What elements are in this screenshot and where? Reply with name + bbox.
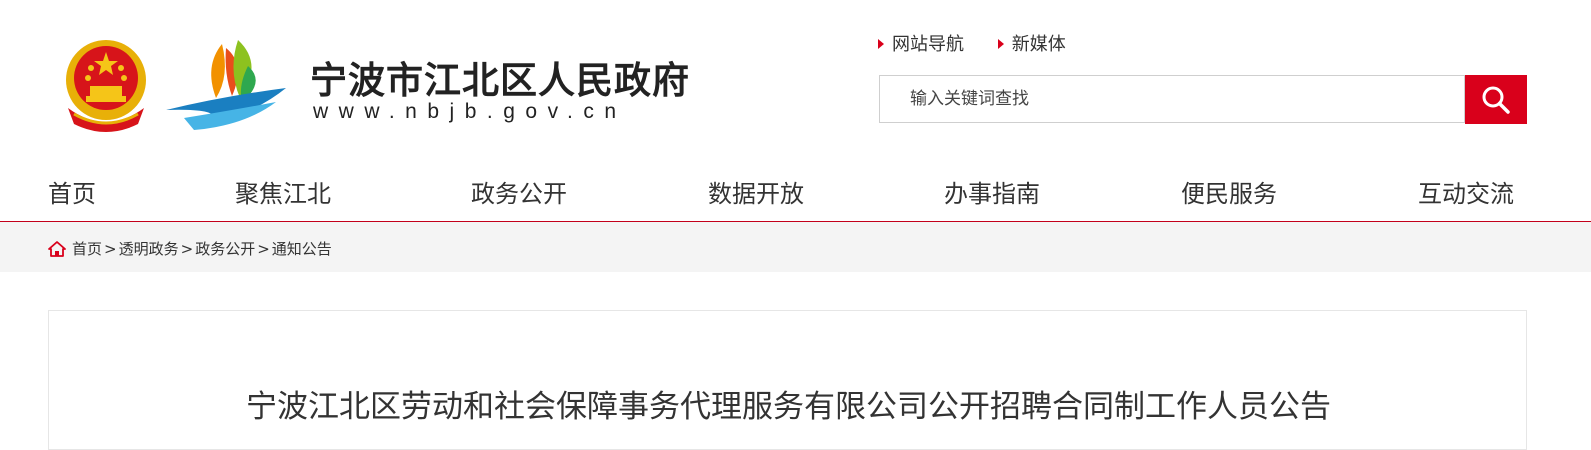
nav-item-home[interactable]: 首页	[48, 174, 96, 209]
nav-item-convenience-services[interactable]: 便民服务	[1181, 174, 1277, 209]
breadcrumb-bar: 首页 > 透明政务 > 政务公开 > 通知公告	[0, 222, 1591, 272]
breadcrumb-transparent-government[interactable]: 透明政务	[119, 238, 179, 259]
search-button[interactable]	[1465, 75, 1527, 124]
search-box	[879, 75, 1465, 123]
home-icon	[48, 240, 66, 257]
breadcrumb-notices[interactable]: 通知公告	[272, 238, 332, 259]
quick-link-site-navigation[interactable]: 网站导航	[878, 30, 964, 56]
article-container: 宁波江北区劳动和社会保障事务代理服务有限公司公开招聘合同制工作人员公告	[48, 310, 1527, 450]
nav-item-government-affairs[interactable]: 政务公开	[471, 174, 567, 209]
site-header: 宁波市江北区人民政府 www.nbjb.gov.cn 网站导航 新媒体	[0, 0, 1591, 160]
national-emblem-icon	[66, 40, 146, 132]
triangle-bullet-icon	[878, 39, 884, 49]
quick-link-label: 新媒体	[1011, 34, 1066, 55]
breadcrumb-government-affairs[interactable]: 政务公开	[195, 238, 255, 259]
nav-item-focus-jiangbei[interactable]: 聚焦江北	[235, 174, 331, 209]
triangle-bullet-icon	[997, 39, 1004, 49]
quick-links: 网站导航 新媒体	[878, 30, 1094, 56]
article-title: 宁波江北区劳动和社会保障事务代理服务有限公司公开招聘合同制工作人员公告	[246, 389, 1331, 425]
breadcrumb: 首页 > 透明政务 > 政务公开 > 通知公告	[48, 238, 332, 259]
search-icon	[1482, 86, 1510, 114]
nav-item-interaction[interactable]: 互动交流	[1418, 174, 1514, 209]
breadcrumb-separator: >	[257, 239, 270, 258]
breadcrumb-home[interactable]: 首页	[72, 238, 102, 259]
main-nav: 首页 聚焦江北 政务公开 数据开放 办事指南 便民服务 互动交流	[0, 160, 1591, 222]
breadcrumb-separator: >	[180, 239, 194, 258]
site-title: 宁波市江北区人民政府	[310, 59, 690, 102]
search-input[interactable]	[880, 76, 1464, 122]
quick-link-new-media[interactable]: 新媒体	[997, 30, 1066, 56]
nav-item-open-data[interactable]: 数据开放	[708, 174, 804, 209]
site-url: www.nbjb.gov.cn	[313, 100, 627, 123]
jiangbei-logo-icon	[166, 40, 286, 130]
breadcrumb-separator: >	[104, 239, 117, 258]
nav-item-service-guide[interactable]: 办事指南	[944, 174, 1040, 209]
quick-link-label: 网站导航	[892, 34, 964, 55]
